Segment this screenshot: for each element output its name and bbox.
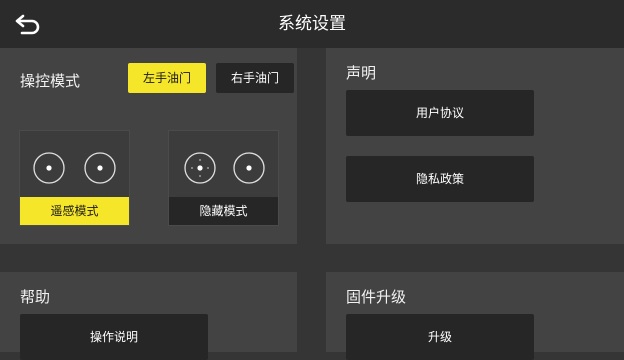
joystick-mode-card[interactable]: 遥感模式 <box>19 130 130 226</box>
left-joystick-icon <box>33 152 65 184</box>
statement-title: 声明 <box>346 64 377 82</box>
right-throttle-button[interactable]: 右手油门 <box>216 63 294 93</box>
page-title: 系统设置 <box>278 14 346 34</box>
top-bar: 系统设置 <box>0 0 624 48</box>
instructions-button[interactable]: 操作说明 <box>20 314 208 360</box>
help-title: 帮助 <box>20 288 51 306</box>
control-mode-panel: 操控模式 左手油门 右手油门 遥感模式 隐藏模式 <box>0 48 297 244</box>
control-mode-title: 操控模式 <box>20 72 81 90</box>
firmware-title: 固件升级 <box>346 288 407 306</box>
right-joystick-icon <box>84 152 116 184</box>
right-joystick-icon <box>233 152 265 184</box>
upgrade-button[interactable]: 升级 <box>346 314 534 360</box>
firmware-panel: 固件升级 升级 <box>326 272 624 360</box>
user-agreement-button[interactable]: 用户协议 <box>346 90 534 136</box>
statement-panel: 声明 用户协议 隐私政策 <box>326 48 624 244</box>
hidden-mode-label: 隐藏模式 <box>169 197 278 225</box>
help-panel: 帮助 操作说明 <box>0 272 297 360</box>
privacy-policy-button[interactable]: 隐私政策 <box>346 156 534 202</box>
left-throttle-button[interactable]: 左手油门 <box>128 63 206 93</box>
left-dpad-icon <box>184 152 216 184</box>
hidden-mode-card[interactable]: 隐藏模式 <box>168 130 279 226</box>
joystick-mode-label: 遥感模式 <box>20 197 129 225</box>
